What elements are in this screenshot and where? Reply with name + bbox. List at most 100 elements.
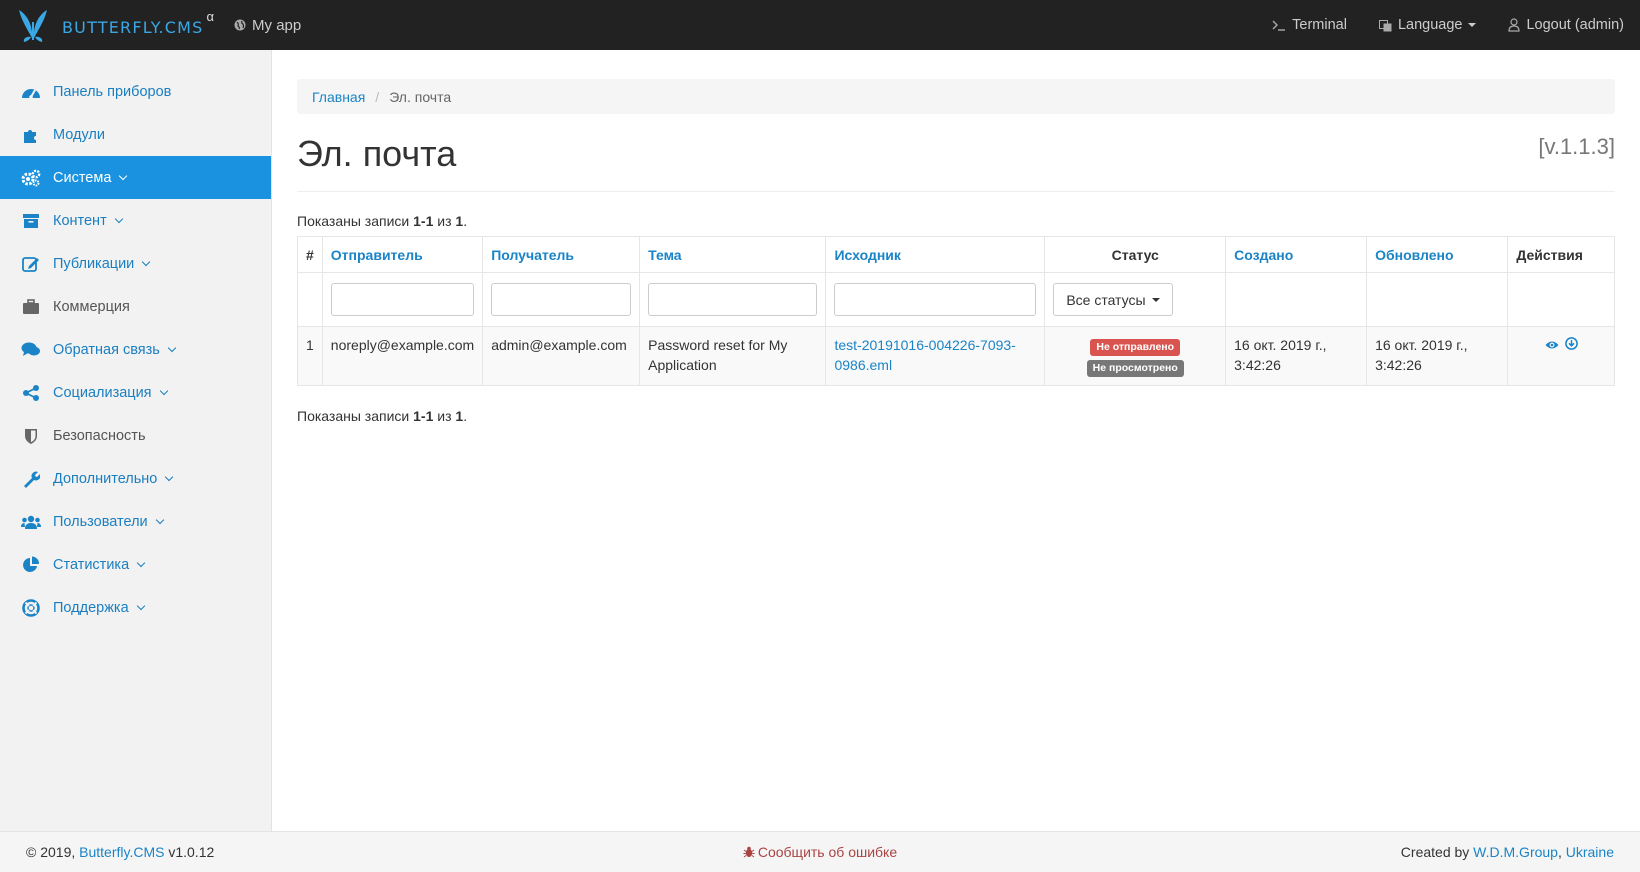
col-sender[interactable]: Отправитель [321, 236, 484, 273]
gears-icon [20, 168, 42, 188]
cms-version: v1.0.12 [164, 844, 215, 860]
sidebar-item-label: Дополнительно [53, 470, 158, 487]
sidebar-item-label: Безопасность [53, 427, 146, 444]
language-label: Language [1397, 17, 1463, 33]
summary-mid: из [433, 408, 456, 424]
col-subject[interactable]: Тема [639, 236, 827, 273]
chevron-down-icon [114, 214, 123, 223]
logout-link[interactable]: Logout (admin) [1508, 17, 1624, 33]
col-created[interactable]: Создано [1225, 236, 1368, 273]
sidebar-item-label: Поддержка [53, 599, 129, 616]
sidebar-item-users[interactable]: Пользователи [0, 500, 271, 543]
summary-prefix: Показаны записи [297, 213, 414, 229]
butterfly-cms-link[interactable]: Butterfly.CMS [79, 844, 164, 860]
sidebar-item-label: Обратная связь [53, 341, 160, 358]
sidebar-item-publications[interactable]: Публикации [0, 242, 271, 285]
col-number: # [297, 236, 323, 273]
row-actions [1507, 326, 1615, 386]
archive-icon [20, 211, 42, 231]
edit-icon [20, 254, 42, 274]
sidebar-item-content[interactable]: Контент [0, 199, 271, 242]
user-icon [1508, 18, 1521, 32]
brand-alpha: α [206, 8, 215, 24]
col-source[interactable]: Исходник [825, 236, 1046, 273]
sidebar-item-label: Статистика [53, 556, 130, 573]
col-updated[interactable]: Обновлено [1366, 236, 1509, 273]
chevron-down-icon [136, 558, 146, 567]
chevron-down-icon [167, 343, 177, 352]
brand[interactable]: BUTTERFLY.CMS α [0, 0, 214, 50]
sender-filter-input[interactable] [330, 283, 475, 316]
summary-prefix: Показаны записи [297, 408, 414, 424]
sidebar-item-additional[interactable]: Дополнительно [0, 457, 271, 500]
sidebar-item-social[interactable]: Социализация [0, 371, 271, 414]
sidebar-item-system[interactable]: Система [0, 156, 271, 199]
row-updated: 16 окт. 2019 г., 3:42:26 [1366, 326, 1509, 386]
life-ring-icon [20, 598, 42, 618]
bug-icon [743, 846, 755, 858]
page-header: Эл. почта [v.1.1.3] [297, 134, 1615, 192]
source-file-link[interactable]: test-20191016-004226-7093-0986.eml [834, 337, 1015, 373]
language-dropdown[interactable]: Language [1378, 17, 1477, 33]
download-icon[interactable] [1564, 337, 1578, 350]
filter-cell [825, 272, 1046, 327]
sort-created-link[interactable]: Создано [1234, 247, 1293, 263]
sidebar-item-commerce[interactable]: Коммерция [0, 285, 271, 328]
summary-range: 1-1 [413, 408, 434, 424]
sidebar-item-label: Коммерция [53, 298, 130, 315]
company-link[interactable]: W.D.M.Group [1473, 844, 1558, 860]
language-icon [1378, 19, 1392, 32]
top-navbar: BUTTERFLY.CMS α My app Terminal Language… [0, 0, 1640, 50]
share-icon [20, 383, 42, 403]
country-link[interactable]: Ukraine [1566, 844, 1614, 860]
subject-filter-input[interactable] [648, 283, 818, 316]
source-filter-input[interactable] [834, 283, 1037, 316]
sidebar-item-statistics[interactable]: Статистика [0, 543, 271, 586]
table-row: 1 noreply@example.com admin@example.com … [297, 326, 1615, 386]
sidebar-item-dashboard[interactable]: Панель приборов [0, 70, 271, 113]
col-recipient[interactable]: Получатель [482, 236, 641, 273]
chevron-down-icon [155, 515, 164, 524]
wrench-icon [20, 469, 42, 489]
sidebar-item-support[interactable]: Поддержка [0, 586, 271, 629]
sort-updated-link[interactable]: Обновлено [1375, 247, 1453, 263]
filter-row: Все статусы [297, 272, 1615, 327]
chevron-down-icon [159, 386, 168, 395]
shield-icon [20, 426, 42, 446]
view-eye-icon[interactable] [1545, 340, 1559, 350]
sidebar-item-label: Пользователи [53, 513, 148, 530]
sort-sender-link[interactable]: Отправитель [331, 247, 423, 263]
col-status: Статус [1044, 236, 1227, 273]
chevron-down-icon [119, 171, 128, 180]
footer-center: Сообщить об ошибке [0, 844, 1640, 860]
comments-icon [20, 340, 42, 360]
filter-cell-empty [1507, 272, 1615, 327]
sidebar-item-modules[interactable]: Модули [0, 113, 271, 156]
puzzle-icon [20, 125, 42, 145]
chevron-down-icon [136, 601, 145, 610]
col-actions: Действия [1507, 236, 1615, 273]
status-filter-dropdown[interactable]: Все статусы [1053, 283, 1173, 316]
sort-subject-link[interactable]: Тема [648, 247, 681, 263]
page-title: Эл. почта [297, 133, 457, 174]
footer-left: © 2019, Butterfly.CMS v1.0.12 [26, 844, 214, 860]
sort-recipient-link[interactable]: Получатель [491, 247, 574, 263]
sidebar: Панель приборов Модули Система Контент П… [0, 50, 272, 831]
row-sender: noreply@example.com [321, 326, 484, 386]
report-bug-link[interactable]: Сообщить об ошибке [743, 844, 897, 860]
brand-name: BUTTERFLY.CMS [62, 17, 204, 37]
row-recipient: admin@example.com [482, 326, 641, 386]
globe-icon [234, 19, 246, 31]
filter-cell: Все статусы [1044, 272, 1227, 327]
footer: © 2019, Butterfly.CMS v1.0.12 Сообщить о… [0, 831, 1640, 872]
recipient-filter-input[interactable] [491, 283, 632, 316]
sidebar-item-feedback[interactable]: Обратная связь [0, 328, 271, 371]
sidebar-item-label: Модули [53, 126, 105, 143]
terminal-link[interactable]: Terminal [1272, 17, 1347, 33]
sidebar-item-security[interactable]: Безопасность [0, 414, 271, 457]
sidebar-item-label: Публикации [53, 255, 135, 272]
breadcrumb-current: Эл. почта [389, 88, 452, 105]
sort-source-link[interactable]: Исходник [834, 247, 900, 263]
my-app-link[interactable]: My app [234, 17, 301, 34]
breadcrumb-home-link[interactable]: Главная [312, 89, 365, 105]
